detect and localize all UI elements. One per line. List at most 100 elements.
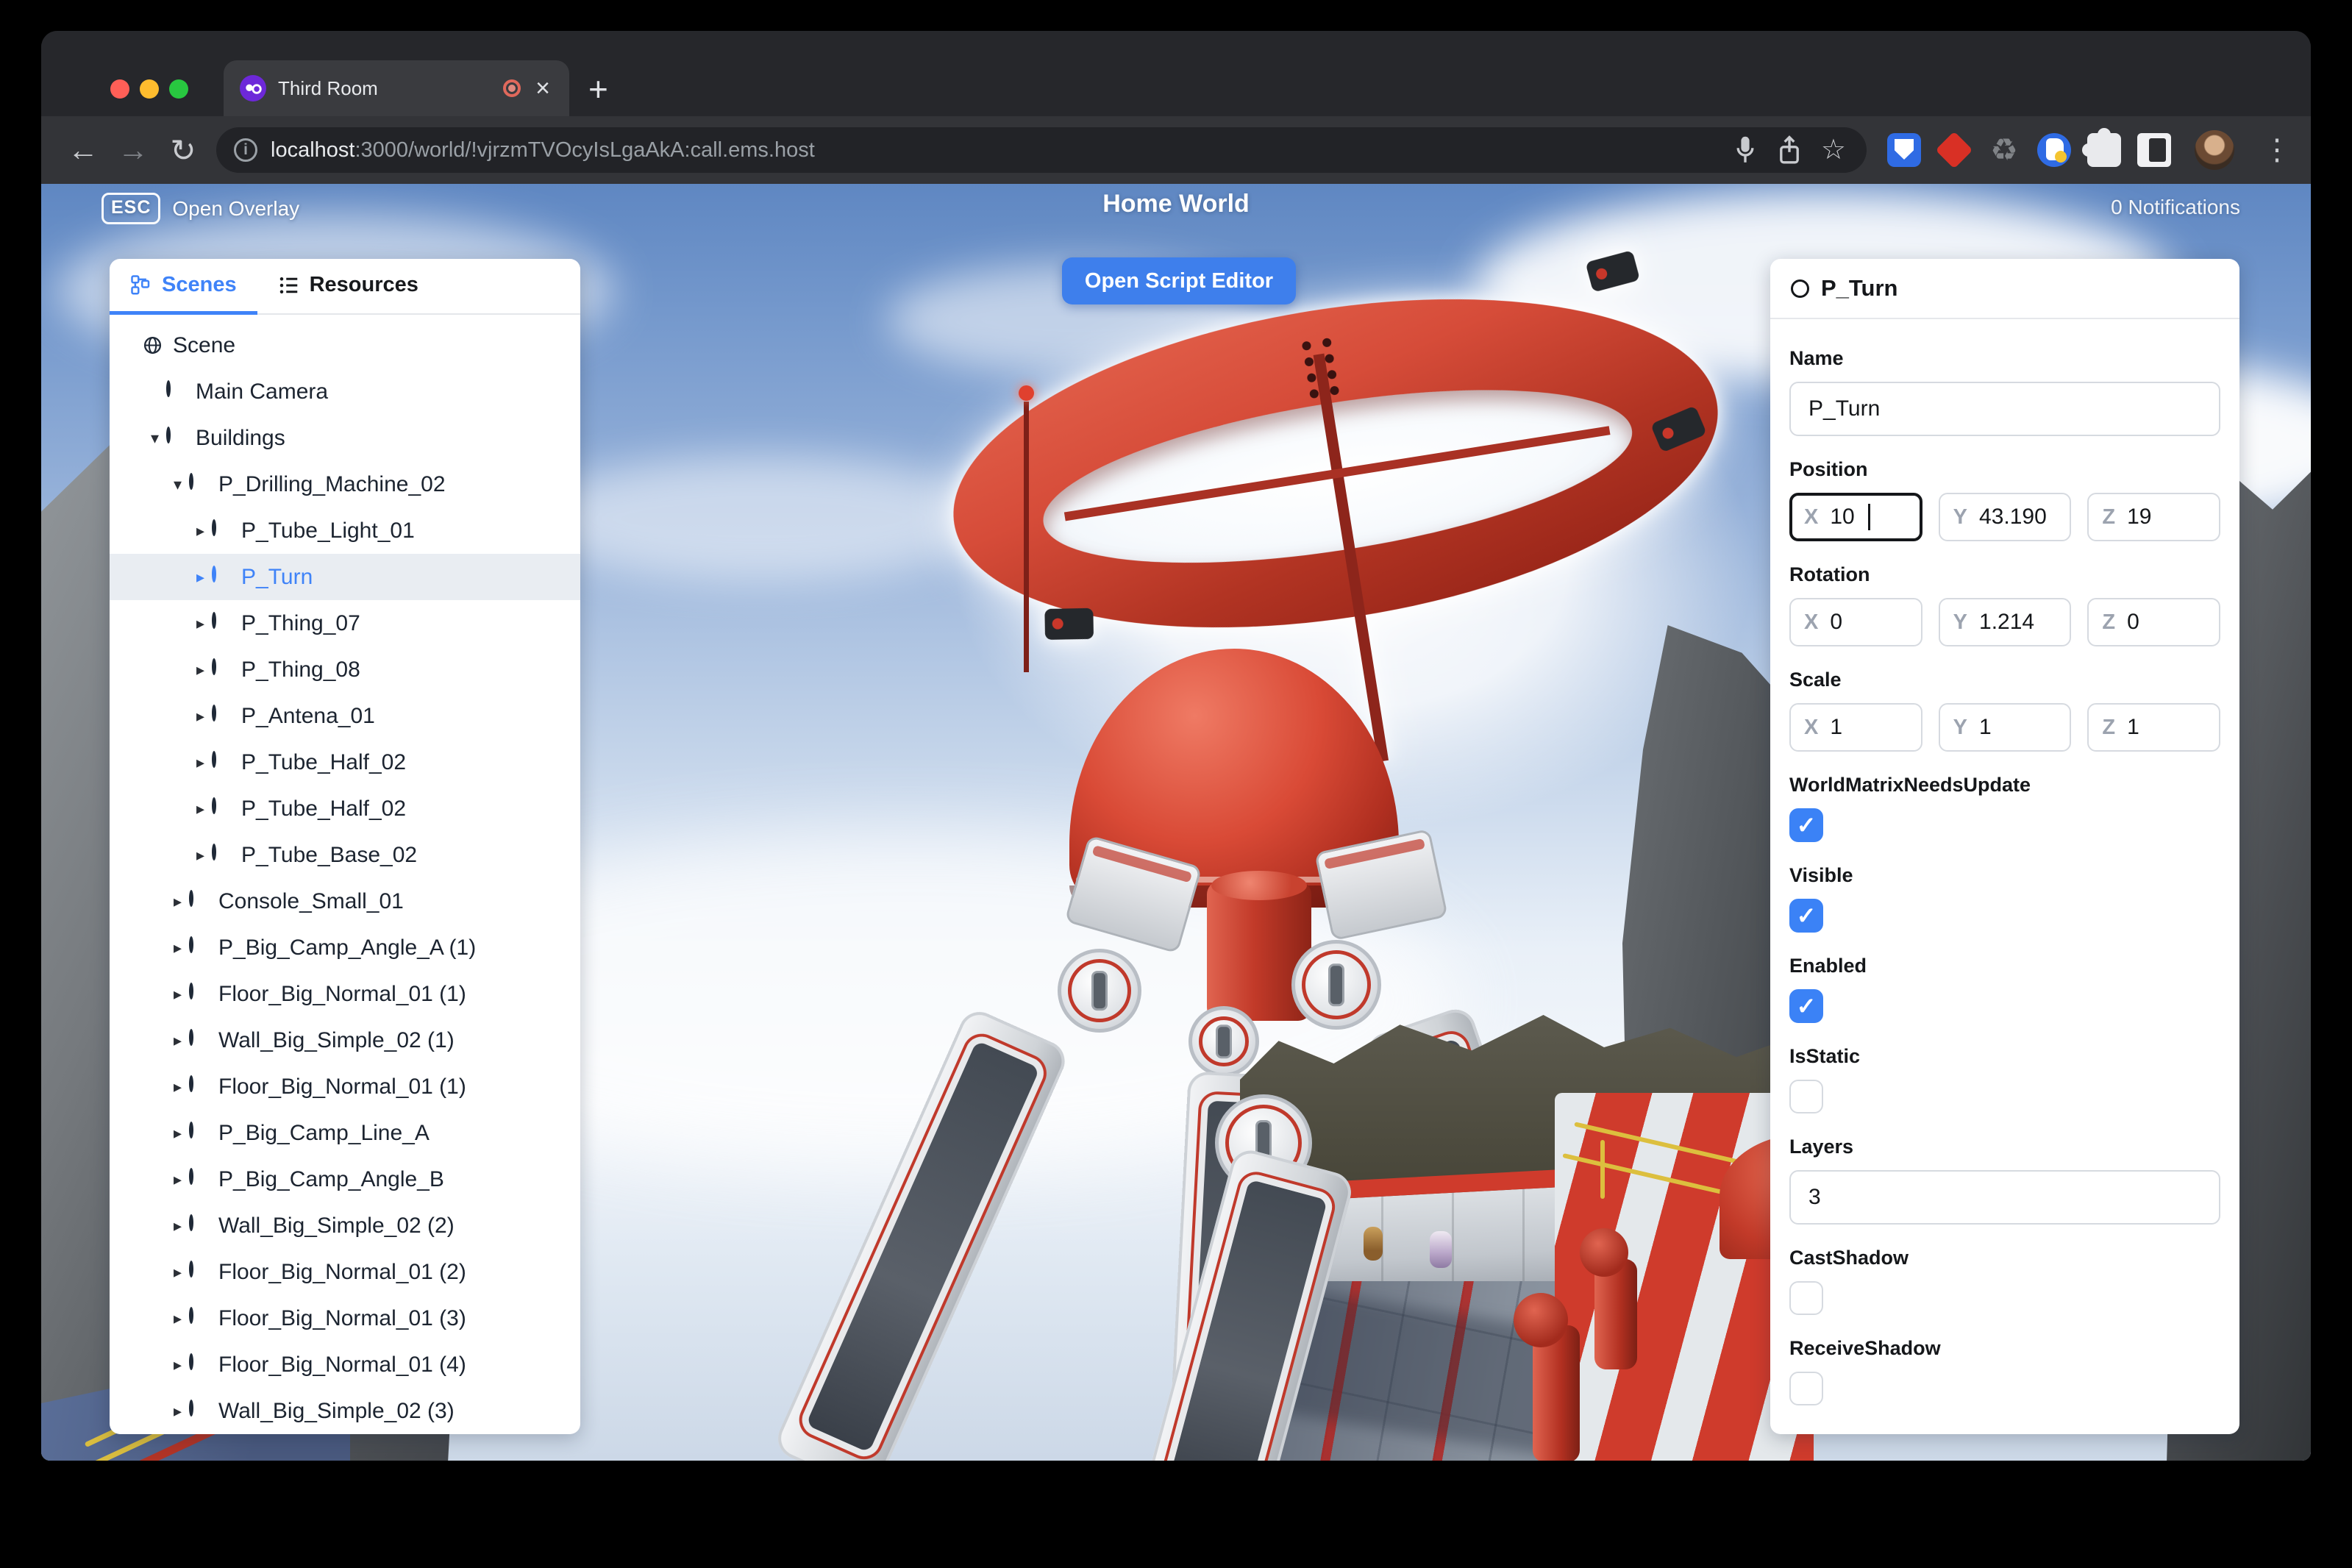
name-input[interactable]: P_Turn	[1789, 382, 2220, 436]
recycle-extension-icon[interactable]: ♻	[1987, 133, 2021, 167]
menu-kebab-icon[interactable]: ⋮	[2262, 133, 2292, 167]
tab-scenes[interactable]: Scenes	[110, 259, 257, 315]
field-label: Position	[1789, 458, 1868, 480]
tree-item-p-tube-half-02[interactable]: ▸ P_Tube_Half_02	[110, 785, 580, 832]
tree-item-floor-big-normal-01-2[interactable]: ▸ Floor_Big_Normal_01 (2)	[110, 1249, 580, 1295]
expand-arrow-icon[interactable]: ▸	[189, 846, 212, 865]
expand-arrow-icon[interactable]: ▸	[189, 614, 212, 633]
expand-arrow-icon[interactable]: ▸	[166, 1170, 189, 1189]
window-minimize-button[interactable]	[140, 79, 159, 99]
tree-item-p-big-camp-line-a[interactable]: ▸ P_Big_Camp_Line_A	[110, 1110, 580, 1156]
tree-item-p-big-camp-angle-a-1[interactable]: ▸ P_Big_Camp_Angle_A (1)	[110, 924, 580, 971]
position-y-input[interactable]: Y 43.190	[1938, 493, 2072, 541]
tree-item-label: Main Camera	[196, 379, 329, 404]
notifications-status[interactable]: 0 Notifications	[2111, 196, 2240, 219]
bitwarden-extension-icon[interactable]	[1887, 133, 1921, 167]
tree-item-floor-big-normal-01-3[interactable]: ▸ Floor_Big_Normal_01 (3)	[110, 1295, 580, 1341]
window-zoom-button[interactable]	[169, 79, 188, 99]
tree-item-p-tube-light-01[interactable]: ▸ P_Tube_Light_01	[110, 507, 580, 554]
tree-item-p-thing-07[interactable]: ▸ P_Thing_07	[110, 600, 580, 646]
tree-item-floor-big-normal-01-1[interactable]: ▸ Floor_Big_Normal_01 (1)	[110, 1063, 580, 1110]
window-close-button[interactable]	[110, 79, 129, 99]
expand-arrow-icon[interactable]: ▸	[189, 753, 212, 772]
position-z-input[interactable]: Z 19	[2087, 493, 2221, 541]
receiveshadow-checkbox[interactable]: ✓	[1789, 1372, 1823, 1405]
bookmark-star-icon[interactable]: ☆	[1821, 136, 1846, 164]
position-x-input[interactable]: X 10	[1789, 493, 1922, 541]
rotation-z-input[interactable]: Z0	[2087, 598, 2221, 646]
expand-arrow-icon[interactable]: ▸	[166, 1309, 189, 1328]
rotation-y-input[interactable]: Y 1.214	[1938, 598, 2072, 646]
tree-item-p-thing-08[interactable]: ▸ P_Thing_08	[110, 646, 580, 693]
frame-extension-icon[interactable]	[2137, 133, 2171, 167]
moon-extension-icon[interactable]	[2037, 133, 2071, 167]
microphone-icon[interactable]	[1733, 135, 1758, 165]
isstatic-checkbox[interactable]: ✓	[1789, 1080, 1823, 1113]
forward-button[interactable]: →	[110, 132, 156, 168]
expand-arrow-icon[interactable]: ▸	[166, 1402, 189, 1421]
reload-button[interactable]: ↻	[160, 132, 206, 168]
expand-arrow-icon[interactable]: ▸	[166, 938, 189, 958]
tree-item-wall-big-simple-02-2[interactable]: ▸ Wall_Big_Simple_02 (2)	[110, 1202, 580, 1249]
open-script-editor-button[interactable]: Open Script Editor	[1062, 257, 1296, 304]
worldmatrixneedsupdate-checkbox[interactable]: ✓	[1789, 808, 1823, 842]
expand-arrow-icon[interactable]: ▸	[166, 1031, 189, 1050]
enabled-checkbox[interactable]: ✓	[1789, 989, 1823, 1023]
tree-item-label: P_Tube_Light_01	[241, 518, 415, 543]
visible-checkbox[interactable]: ✓	[1789, 899, 1823, 933]
layers-input[interactable]: 3	[1789, 1170, 2220, 1225]
profile-avatar[interactable]	[2195, 130, 2234, 170]
expand-arrow-icon[interactable]: ▸	[189, 707, 212, 726]
expand-arrow-icon[interactable]: ▸	[189, 568, 212, 587]
expand-arrow-icon[interactable]: ▸	[166, 1077, 189, 1097]
browser-tab[interactable]: Third Room ×	[224, 60, 569, 116]
tree-item-main-camera[interactable]: Main Camera	[110, 368, 580, 415]
extensions-puzzle-icon[interactable]	[2082, 128, 2121, 167]
expand-arrow-icon[interactable]: ▸	[166, 892, 189, 911]
scale-x-input[interactable]: X1	[1789, 703, 1922, 752]
scale-y-input[interactable]: Y1	[1938, 703, 2072, 752]
tree-item-buildings[interactable]: ▾ Buildings	[110, 415, 580, 461]
tree-item-floor-big-normal-01-4[interactable]: ▸ Floor_Big_Normal_01 (4)	[110, 1341, 580, 1388]
tree-item-p-turn[interactable]: ▸ P_Turn	[110, 554, 580, 600]
expand-arrow-icon[interactable]: ▸	[189, 521, 212, 541]
tab-close-icon[interactable]: ×	[532, 76, 553, 101]
axis-value: 1	[2127, 715, 2139, 739]
tree-item-p-drilling-machine-02[interactable]: ▾ P_Drilling_Machine_02	[110, 461, 580, 507]
back-button[interactable]: ←	[60, 132, 106, 168]
red-diamond-extension-icon[interactable]	[1937, 133, 1971, 167]
share-icon[interactable]	[1777, 135, 1802, 165]
field-label: Enabled	[1789, 955, 1867, 977]
scale-z-input[interactable]: Z1	[2087, 703, 2221, 752]
expand-arrow-icon[interactable]: ▸	[189, 660, 212, 680]
address-bar[interactable]: i localhost:3000/world/!vjrzmTVOcyIsLgaA…	[216, 127, 1867, 173]
page-info-icon[interactable]: i	[234, 138, 257, 162]
node-circle-icon	[189, 1353, 193, 1370]
url-text[interactable]: localhost:3000/world/!vjrzmTVOcyIsLgaAkA…	[271, 138, 1733, 163]
expand-arrow-icon[interactable]: ▸	[166, 985, 189, 1004]
tree-item-console-small-01[interactable]: ▸ Console_Small_01	[110, 878, 580, 924]
tree-item-p-tube-half-02[interactable]: ▸ P_Tube_Half_02	[110, 739, 580, 785]
tree-item-p-tube-base-02[interactable]: ▸ P_Tube_Base_02	[110, 832, 580, 878]
tab-label: Scenes	[162, 273, 237, 296]
tree-item-p-antena-01[interactable]: ▸ P_Antena_01	[110, 693, 580, 739]
expand-arrow-icon[interactable]: ▸	[166, 1263, 189, 1282]
castshadow-checkbox[interactable]: ✓	[1789, 1281, 1823, 1315]
tab-resources[interactable]: Resources	[257, 259, 439, 315]
tree-item-p-big-camp-angle-b[interactable]: ▸ P_Big_Camp_Angle_B	[110, 1156, 580, 1202]
tree-item-label: Scene	[173, 332, 236, 357]
tree-item-label: P_Drilling_Machine_02	[218, 471, 446, 496]
expand-arrow-icon[interactable]: ▾	[143, 429, 166, 448]
expand-arrow-icon[interactable]: ▾	[166, 475, 189, 494]
tree-item-scene[interactable]: Scene	[110, 322, 580, 368]
expand-arrow-icon[interactable]: ▸	[166, 1216, 189, 1236]
new-tab-button[interactable]: +	[588, 72, 608, 106]
expand-arrow-icon[interactable]: ▸	[166, 1355, 189, 1375]
tree-item-wall-big-simple-02-3[interactable]: ▸ Wall_Big_Simple_02 (3)	[110, 1388, 580, 1434]
expand-arrow-icon[interactable]: ▸	[189, 799, 212, 819]
tree-item-floor-big-normal-01-1[interactable]: ▸ Floor_Big_Normal_01 (1)	[110, 971, 580, 1017]
rotation-x-input[interactable]: X0	[1789, 598, 1922, 646]
tree-item-wall-big-simple-02-1[interactable]: ▸ Wall_Big_Simple_02 (1)	[110, 1017, 580, 1063]
expand-arrow-icon[interactable]: ▸	[166, 1124, 189, 1143]
viewport-3d-scene[interactable]: ESC Open Overlay Home World 0 Notificati…	[41, 184, 2311, 1461]
